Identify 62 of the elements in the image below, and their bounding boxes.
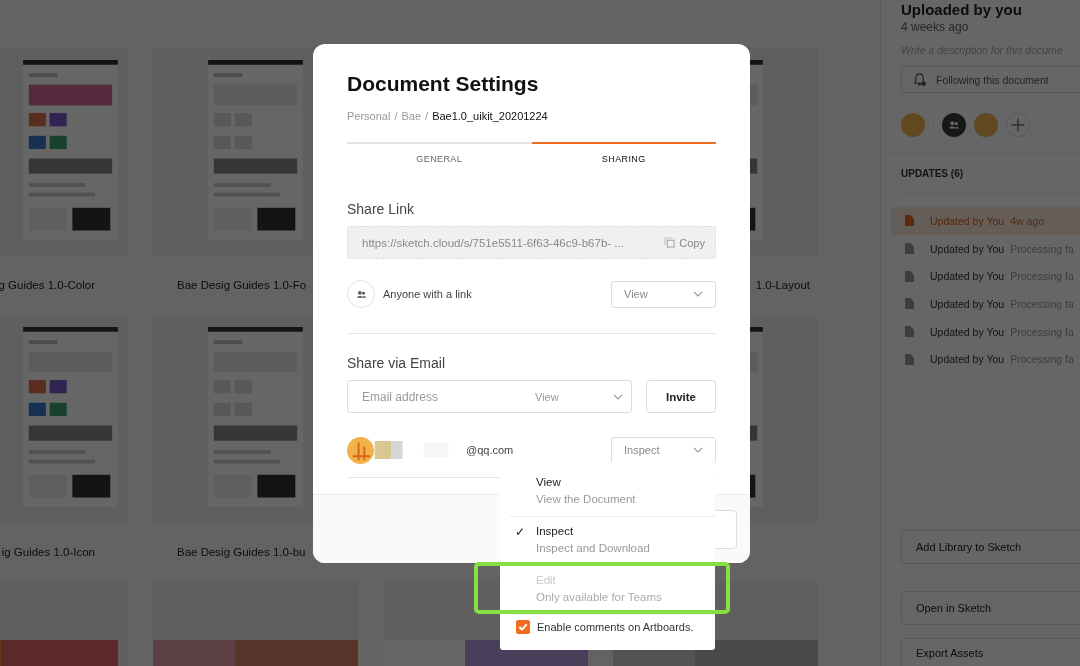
update-row[interactable]: Updated by You 4w ago	[891, 207, 1080, 235]
section-heading: Share via Email	[347, 355, 447, 371]
updates-heading: UPDATES (6)	[901, 168, 1080, 194]
check-mark: ✓	[515, 525, 525, 539]
follow-button[interactable]: Following this document	[901, 66, 1080, 93]
checkbox[interactable]	[516, 620, 530, 634]
copy-icon	[664, 237, 676, 248]
dialog-title: Document Settings	[347, 72, 540, 96]
breadcrumb-separator: /	[425, 110, 429, 122]
invite-button[interactable]: Invite	[646, 380, 716, 413]
menu-option[interactable]: ✓ Inspect Inspect and Download	[500, 525, 715, 563]
update-author: Updated by You	[930, 270, 1005, 283]
sidebar-action-button[interactable]: Export Assets	[901, 638, 1080, 666]
document-name: Bae1.0_uikit_20201224	[432, 110, 548, 122]
option-title: View	[536, 476, 562, 488]
breadcrumb-link[interactable]: Personal	[347, 110, 391, 122]
chevron-icon	[613, 393, 623, 400]
bell-icon	[912, 72, 927, 87]
menu-option[interactable]: View View the Document	[500, 476, 715, 514]
permission-select[interactable]: View	[535, 390, 623, 403]
section-heading: Share Link	[347, 201, 415, 217]
permission-select[interactable]: View	[611, 280, 716, 308]
breadcrumb-separator: /	[394, 110, 398, 122]
artboard-title[interactable]: Bae Desig Guides 1.0-Fo	[177, 279, 307, 291]
update-author: Updated by You	[930, 297, 1005, 310]
artboard-title[interactable]: Bae Desig Guides 1.0-bu	[177, 546, 306, 558]
file-icon	[905, 215, 914, 227]
chevron-icon	[693, 291, 703, 297]
chevron-icon	[693, 447, 703, 453]
file-icon	[905, 353, 914, 365]
update-author: Updated by You	[930, 353, 1005, 366]
artboard-title[interactable]: ig Guides 1.0-Icon	[1, 546, 95, 558]
share-link-field[interactable]: https://sketch.cloud/s/751e5511-6f63-46c9-b67b- ... Copy	[347, 226, 716, 259]
option-description: Only available for Teams	[536, 591, 662, 603]
sidebar-action-button[interactable]: Add Library to Sketch	[901, 530, 1080, 564]
email-placeholder: Email address	[362, 389, 440, 404]
breadcrumb-link[interactable]: Bae	[401, 110, 422, 122]
tab[interactable]: SHARING	[531, 142, 716, 180]
update-status: 4w ago	[1010, 214, 1044, 227]
member-email: @qq.com	[466, 444, 515, 456]
checkbox-label: Enable comments on Artboards.	[537, 621, 694, 633]
share-url: https://sketch.cloud/s/751e5511-6f63-46c9-b67b- ...	[362, 236, 625, 249]
email-field[interactable]: Email address View	[347, 380, 632, 413]
file-icon	[905, 243, 914, 255]
option-title: Inspect	[536, 525, 575, 537]
file-icon	[905, 270, 914, 282]
upload-time: 4 weeks ago	[901, 20, 970, 34]
uploader-heading: Uploaded by you	[901, 1, 1023, 18]
link-audience: Anyone with a link	[383, 288, 473, 300]
option-description: Inspect and Download	[536, 542, 650, 554]
file-icon	[905, 298, 914, 310]
update-author: Updated by You	[930, 214, 1005, 227]
group-icon[interactable]	[942, 113, 966, 137]
artboard-title[interactable]: 1.0-Layout	[755, 279, 810, 291]
copy-button[interactable]: Copy	[664, 236, 705, 249]
sidebar-action-button[interactable]: Open in Sketch	[901, 591, 1080, 625]
option-description: View the Document	[536, 493, 636, 505]
update-author: Updated by You	[930, 325, 1005, 338]
update-author: Updated by You	[930, 242, 1005, 255]
avatar	[347, 436, 374, 464]
file-icon	[905, 326, 914, 338]
tab[interactable]: GENERAL	[347, 142, 532, 180]
